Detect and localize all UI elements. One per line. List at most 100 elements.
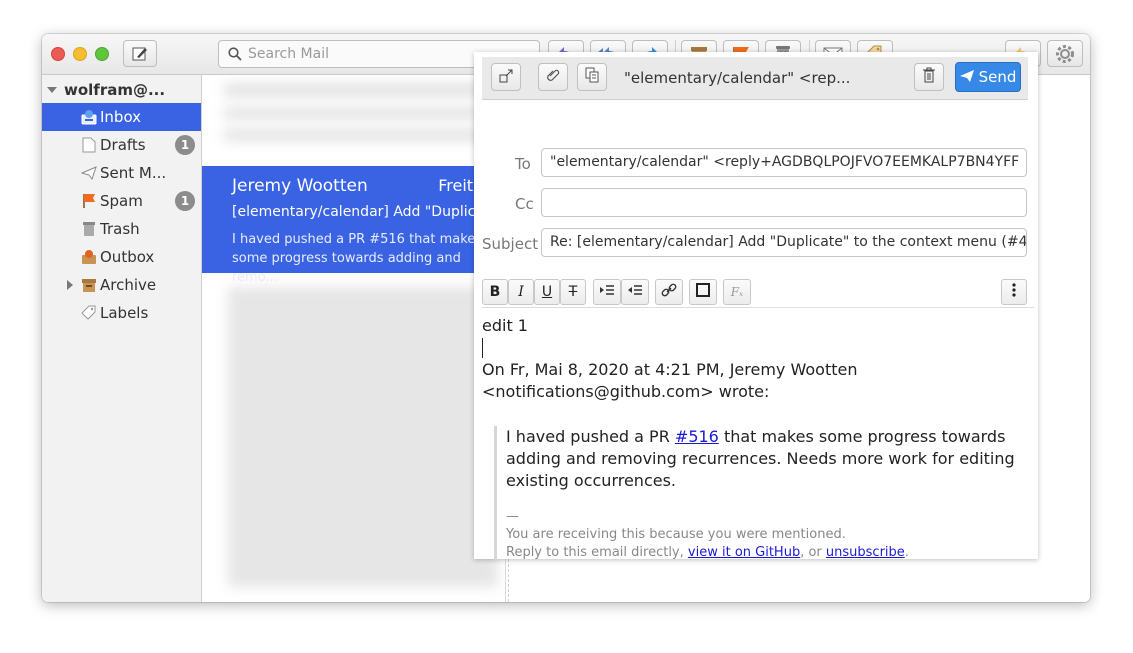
outdent-icon	[627, 284, 643, 300]
search-icon	[228, 47, 242, 61]
composer: "elementary/calendar" <rep... Send To "e…	[474, 52, 1038, 562]
detach-window-icon	[499, 68, 513, 87]
message-preview: I haved pushed a PR #516 that makes some…	[232, 232, 483, 285]
blockquote: I haved pushed a PR #516 that makes some…	[494, 426, 1026, 562]
footer-text: , or	[800, 545, 826, 560]
message-sender: Jeremy Wootten	[232, 176, 368, 196]
square-icon	[696, 283, 710, 301]
insert-link-button[interactable]	[655, 279, 683, 305]
sidebar-item-outbox[interactable]: Outbox	[42, 243, 201, 271]
outbox-icon	[81, 249, 97, 265]
close-window-button[interactable]	[51, 47, 65, 61]
bold-button[interactable]: B	[482, 279, 508, 305]
discard-button[interactable]	[914, 63, 944, 91]
to-label: To	[515, 155, 531, 173]
text-cursor	[482, 338, 483, 358]
subject-label: Subject	[482, 235, 539, 253]
underline-button[interactable]: U	[534, 279, 560, 305]
app-menu-button[interactable]	[1047, 40, 1083, 67]
trash-icon	[922, 67, 936, 87]
sidebar-item-label: Archive	[100, 276, 157, 294]
sidebar-item-label: Drafts	[100, 136, 146, 154]
compose-icon	[131, 45, 149, 63]
message-body-editor[interactable]: edit 1 On Fr, Mai 8, 2020 at 4:21 PM, Je…	[482, 307, 1034, 562]
gear-icon	[1055, 44, 1075, 64]
sidebar-item-label: Spam	[100, 192, 143, 210]
signature-dash: —	[506, 509, 519, 524]
insert-image-button[interactable]	[689, 279, 717, 305]
send-button[interactable]: Send	[955, 62, 1021, 92]
quoted-text: I haved pushed a PR #516 that makes some…	[506, 426, 1026, 492]
blurred-message	[224, 83, 499, 97]
cc-field[interactable]	[541, 188, 1027, 217]
paperclip-icon	[546, 67, 560, 87]
unread-count-badge: 1	[175, 191, 195, 211]
body-text: edit 1	[482, 316, 528, 335]
detach-button[interactable]	[491, 63, 521, 91]
indent-icon	[599, 284, 615, 300]
maximize-window-button[interactable]	[95, 47, 109, 61]
strikethrough-button[interactable]: T	[560, 279, 586, 305]
footer-line: Reply to this email directly, view it on…	[506, 544, 1026, 562]
sidebar-item-spam[interactable]: Spam 1	[42, 187, 201, 215]
message-subject: [elementary/calendar] Add "Duplicat...	[232, 204, 498, 220]
footer-line: You are receiving this because you were …	[506, 527, 846, 542]
composer-toolbar: "elementary/calendar" <rep... Send	[482, 57, 1028, 100]
attach-button[interactable]	[538, 63, 568, 91]
sidebar-item-archive[interactable]: Archive	[42, 271, 201, 299]
to-field[interactable]: "elementary/calendar" <reply+AGDBQLPOJFV…	[541, 148, 1027, 177]
copy-document-icon	[585, 67, 599, 87]
send-label: Send	[978, 68, 1017, 86]
blurred-message	[228, 287, 498, 587]
blurred-message	[224, 129, 494, 141]
clear-format-icon: 𝐹ₓ	[730, 285, 744, 299]
inbox-icon	[81, 109, 97, 125]
sidebar-item-label: Outbox	[100, 248, 155, 266]
sidebar-item-inbox[interactable]: Inbox	[42, 103, 201, 131]
clear-formatting-button[interactable]: 𝐹ₓ	[723, 279, 751, 305]
sidebar-item-sent[interactable]: Sent M...	[42, 159, 201, 187]
draft-document-icon	[81, 137, 97, 153]
compose-button[interactable]	[123, 40, 157, 67]
minimize-window-button[interactable]	[73, 47, 87, 61]
list-item-selected[interactable]: Jeremy Wootten Freitag [elementary/calen…	[202, 166, 505, 285]
message-list[interactable]: Jeremy Wootten Freitag [elementary/calen…	[202, 75, 506, 602]
insert-content-button[interactable]	[577, 63, 607, 91]
tag-icon	[81, 305, 97, 321]
cc-label: Cc	[515, 195, 534, 213]
sidebar-item-label: Inbox	[100, 108, 142, 126]
quote-attribution: On Fr, Mai 8, 2020 at 4:21 PM, Jeremy Wo…	[482, 360, 858, 379]
sidebar-item-label: Trash	[100, 220, 140, 238]
footer-text: .	[904, 545, 909, 560]
link-icon	[661, 283, 677, 301]
outdent-button[interactable]	[621, 279, 649, 305]
sidebar-item-label: Sent M...	[100, 164, 167, 182]
more-options-button[interactable]	[1001, 279, 1027, 305]
unread-count-badge: 1	[175, 135, 195, 155]
sidebar-item-drafts[interactable]: Drafts 1	[42, 131, 201, 159]
footer-text: Reply to this email directly,	[506, 545, 688, 560]
italic-button[interactable]: I	[508, 279, 534, 305]
quote-attribution: <notifications@github.com> wrote:	[482, 382, 770, 401]
format-toolbar: B I U T 𝐹ₓ	[482, 279, 1028, 309]
folder-sidebar: wolfram@... Inbox Drafts 1 Sent M... Spa…	[42, 75, 202, 602]
unsubscribe-link[interactable]: unsubscribe	[826, 545, 905, 560]
indent-button[interactable]	[593, 279, 621, 305]
quoted-text-start: I haved pushed a PR	[506, 427, 675, 446]
trash-icon	[81, 221, 97, 237]
account-row[interactable]: wolfram@...	[47, 80, 165, 100]
composer-title: "elementary/calendar" <rep...	[624, 69, 851, 87]
sidebar-item-label: Labels	[100, 304, 149, 322]
blurred-message	[224, 107, 484, 119]
subject-field[interactable]: Re: [elementary/calendar] Add "Duplicate…	[541, 228, 1027, 257]
account-name: wolfram@...	[64, 81, 166, 99]
send-plane-icon	[959, 68, 974, 86]
github-link[interactable]: view it on GitHub	[688, 545, 800, 560]
sidebar-item-labels[interactable]: Labels	[42, 299, 201, 327]
pr-link[interactable]: #516	[675, 427, 719, 446]
sidebar-item-trash[interactable]: Trash	[42, 215, 201, 243]
expand-arrow-icon[interactable]	[67, 280, 73, 290]
paper-plane-icon	[81, 165, 97, 181]
collapse-arrow-icon	[47, 87, 57, 93]
vertical-dots-icon	[1012, 283, 1016, 301]
